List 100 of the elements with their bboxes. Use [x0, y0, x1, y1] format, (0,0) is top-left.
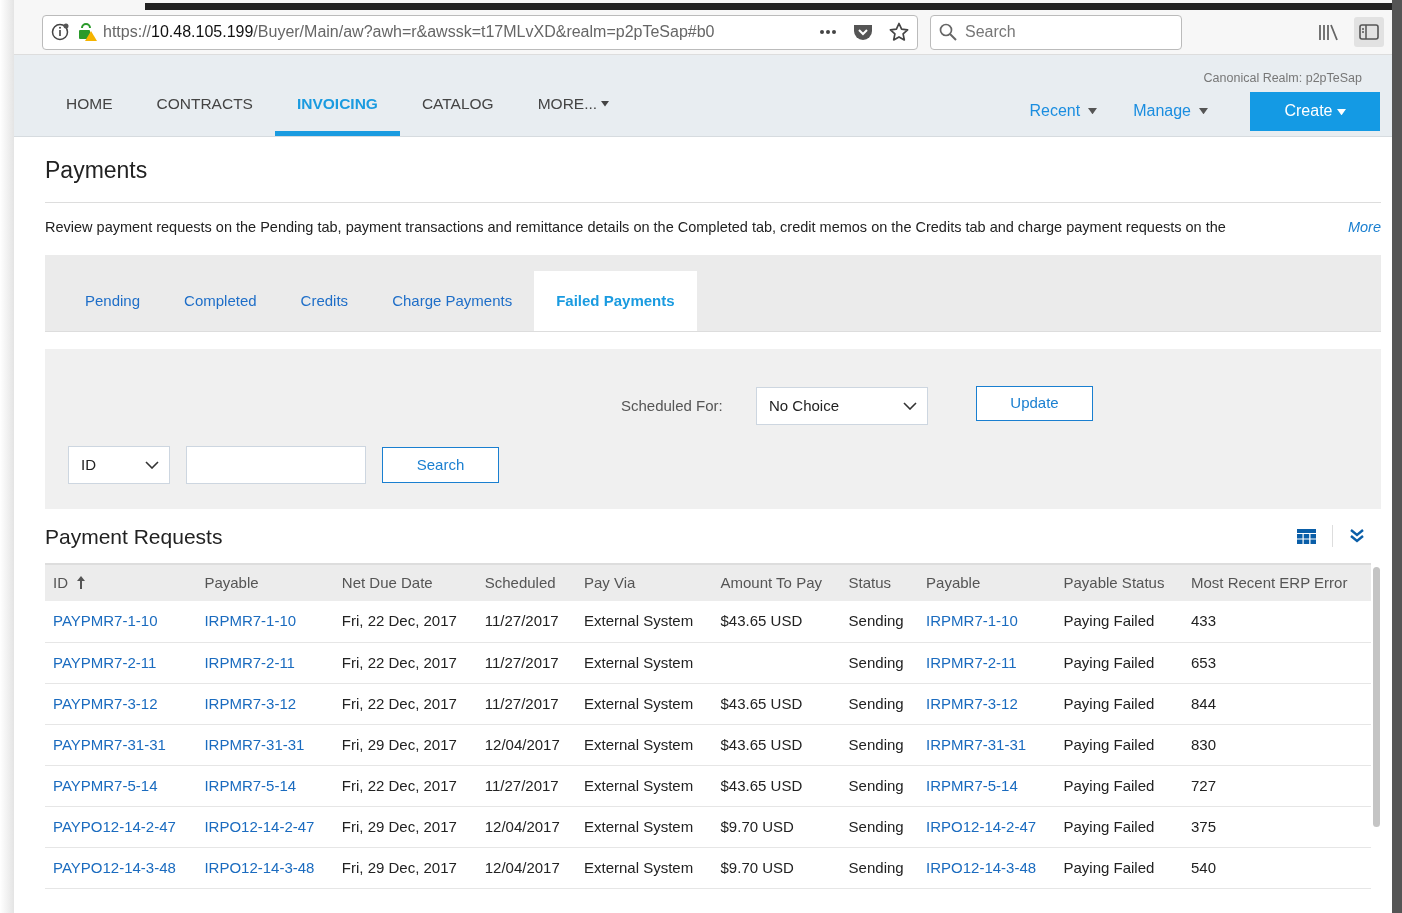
table-link[interactable]: IRPMR7-1-10 [196, 601, 334, 643]
table-cell: 540 [1182, 847, 1372, 889]
caret-icon [1336, 108, 1346, 116]
chevron-icon [903, 402, 917, 411]
column-header[interactable]: Net Due Date [333, 564, 477, 602]
table-link[interactable]: IRPMR7-2-11 [918, 642, 1056, 684]
table-cell: Sending [840, 765, 919, 807]
info-icon[interactable] [51, 22, 71, 42]
table-link[interactable]: IRPMR7-3-12 [196, 683, 334, 725]
realm-label: Canonical Realm: p2pTeSap [1203, 70, 1363, 87]
table-cell: Paying Failed [1055, 806, 1183, 848]
nav-tab[interactable]: HOME [44, 55, 135, 136]
table-cell: 653 [1182, 642, 1372, 684]
table-cell: $43.65 USD [712, 601, 841, 643]
column-header[interactable]: Most Recent ERP Error [1182, 564, 1372, 602]
table-link[interactable]: IRPO12-14-3-48 [196, 847, 334, 889]
table-cell: Paying Failed [1055, 683, 1183, 725]
field-dropdown[interactable]: ID [68, 446, 170, 485]
table-cell: 12/04/2017 [476, 847, 576, 889]
tab[interactable]: Completed [162, 271, 279, 332]
column-header[interactable]: Pay Via [576, 564, 713, 602]
table-grid-icon[interactable] [1297, 528, 1316, 544]
tab[interactable]: Credits [278, 271, 371, 332]
section-title: Payment Requests [45, 523, 223, 550]
table-link[interactable]: IRPO12-14-2-47 [918, 806, 1056, 848]
column-header[interactable]: Scheduled [476, 564, 576, 602]
table-link[interactable]: PAYPMR7-5-14 [45, 765, 197, 807]
table-cell: External System [576, 806, 713, 848]
table-cell: Paying Failed [1055, 724, 1183, 766]
table-link[interactable]: IRPMR7-5-14 [918, 765, 1056, 807]
table-cell: Paying Failed [1055, 847, 1183, 889]
table-link[interactable]: PAYPO12-14-2-47 [45, 806, 197, 848]
more-icon[interactable] [819, 29, 837, 35]
table-cell: Sending [840, 601, 919, 643]
table-link[interactable]: IRPO12-14-2-47 [196, 806, 334, 848]
table-cell: 433 [1182, 601, 1372, 643]
table-cell: Sending [840, 683, 919, 725]
table-cell: $43.65 USD [712, 683, 841, 725]
menu-link[interactable]: Manage [1115, 99, 1226, 124]
table-cell: Sending [840, 847, 919, 889]
table-cell: Paying Failed [1055, 642, 1183, 684]
menu-link[interactable]: Recent [1011, 99, 1116, 124]
column-header[interactable]: Payable Status [1055, 564, 1183, 602]
lock-warning-icon[interactable] [77, 22, 97, 42]
table-cell: External System [576, 724, 713, 766]
column-header[interactable]: ID [45, 564, 197, 602]
table-link[interactable]: PAYPMR7-2-11 [45, 642, 197, 684]
sort-arrow-icon[interactable] [77, 576, 85, 590]
pocket-icon[interactable] [853, 23, 873, 41]
update-button[interactable]: Update [976, 385, 1093, 421]
table-link[interactable]: PAYPO12-14-3-48 [45, 847, 197, 889]
browser-search-field[interactable]: Search [930, 14, 1182, 50]
create-button[interactable]: Create [1250, 91, 1380, 131]
caret-icon [1199, 108, 1208, 115]
caret-icon [1088, 108, 1098, 115]
table-link[interactable]: IRPMR7-2-11 [196, 642, 334, 684]
more-link[interactable]: More [1347, 216, 1381, 239]
column-header[interactable]: Payable [196, 564, 334, 602]
double-chevron-icon[interactable] [1349, 528, 1365, 545]
tab[interactable]: Pending [63, 271, 163, 332]
table-link[interactable]: PAYPMR7-3-12 [45, 683, 197, 725]
table-link[interactable]: IRPMR7-31-31 [196, 724, 334, 766]
page-description: Review payment requests on the Pending tab, payment transactions and remittance details on the Completed tab, credit memos on the Credits tab and charge payment requests on the [45, 217, 1226, 237]
table-cell: $43.65 USD [712, 765, 841, 807]
search-icon [939, 23, 957, 41]
table-cell: Fri, 22 Dec, 2017 [333, 601, 477, 643]
table-cell: Fri, 22 Dec, 2017 [333, 765, 477, 807]
table-link[interactable]: IRPO12-14-3-48 [918, 847, 1056, 889]
table-link[interactable]: IRPMR7-5-14 [196, 765, 334, 807]
search-input-field[interactable] [186, 446, 366, 485]
sidebar-icon[interactable] [1354, 17, 1384, 47]
scheduled-dropdown[interactable]: No Choice [756, 387, 928, 426]
chevron-icon [145, 461, 159, 470]
table-link[interactable]: PAYPMR7-31-31 [45, 724, 197, 766]
table-cell: Fri, 29 Dec, 2017 [333, 724, 477, 766]
search-button[interactable]: Search [382, 447, 499, 484]
table-cell: Sending [840, 642, 919, 684]
column-header[interactable]: Amount To Pay [712, 564, 841, 602]
tab[interactable]: Failed Payments [534, 271, 697, 332]
table-cell: External System [576, 642, 713, 684]
star-icon[interactable] [889, 22, 909, 42]
tab[interactable]: Charge Payments [370, 271, 535, 332]
library-icon[interactable] [1318, 23, 1338, 41]
column-header[interactable]: Payable [918, 564, 1056, 602]
table-cell: Fri, 22 Dec, 2017 [333, 683, 477, 725]
url-field[interactable]: https://10.48.105.199/Buyer/Main/aw?awh=r&awssk=t17MLvXD&realm=p2pTeSap#b0 [42, 14, 918, 50]
nav-tab[interactable]: CATALOG [399, 55, 516, 136]
table-cell: Paying Failed [1055, 765, 1183, 807]
table-link[interactable]: IRPMR7-31-31 [918, 724, 1056, 766]
table-cell: Fri, 29 Dec, 2017 [333, 806, 477, 848]
table-cell: Sending [840, 806, 919, 848]
nav-tab[interactable]: CONTRACTS [134, 55, 275, 136]
scheduled-for-label: Scheduled For: [621, 396, 724, 417]
column-header[interactable]: Status [840, 564, 919, 602]
table-link[interactable]: IRPMR7-1-10 [918, 601, 1056, 643]
scrollbar-thumb[interactable] [1372, 567, 1380, 828]
table-cell: 830 [1182, 724, 1372, 766]
table-link[interactable]: PAYPMR7-1-10 [45, 601, 197, 643]
table-link[interactable]: IRPMR7-3-12 [918, 683, 1056, 725]
nav-tab[interactable]: MORE... [515, 55, 632, 136]
